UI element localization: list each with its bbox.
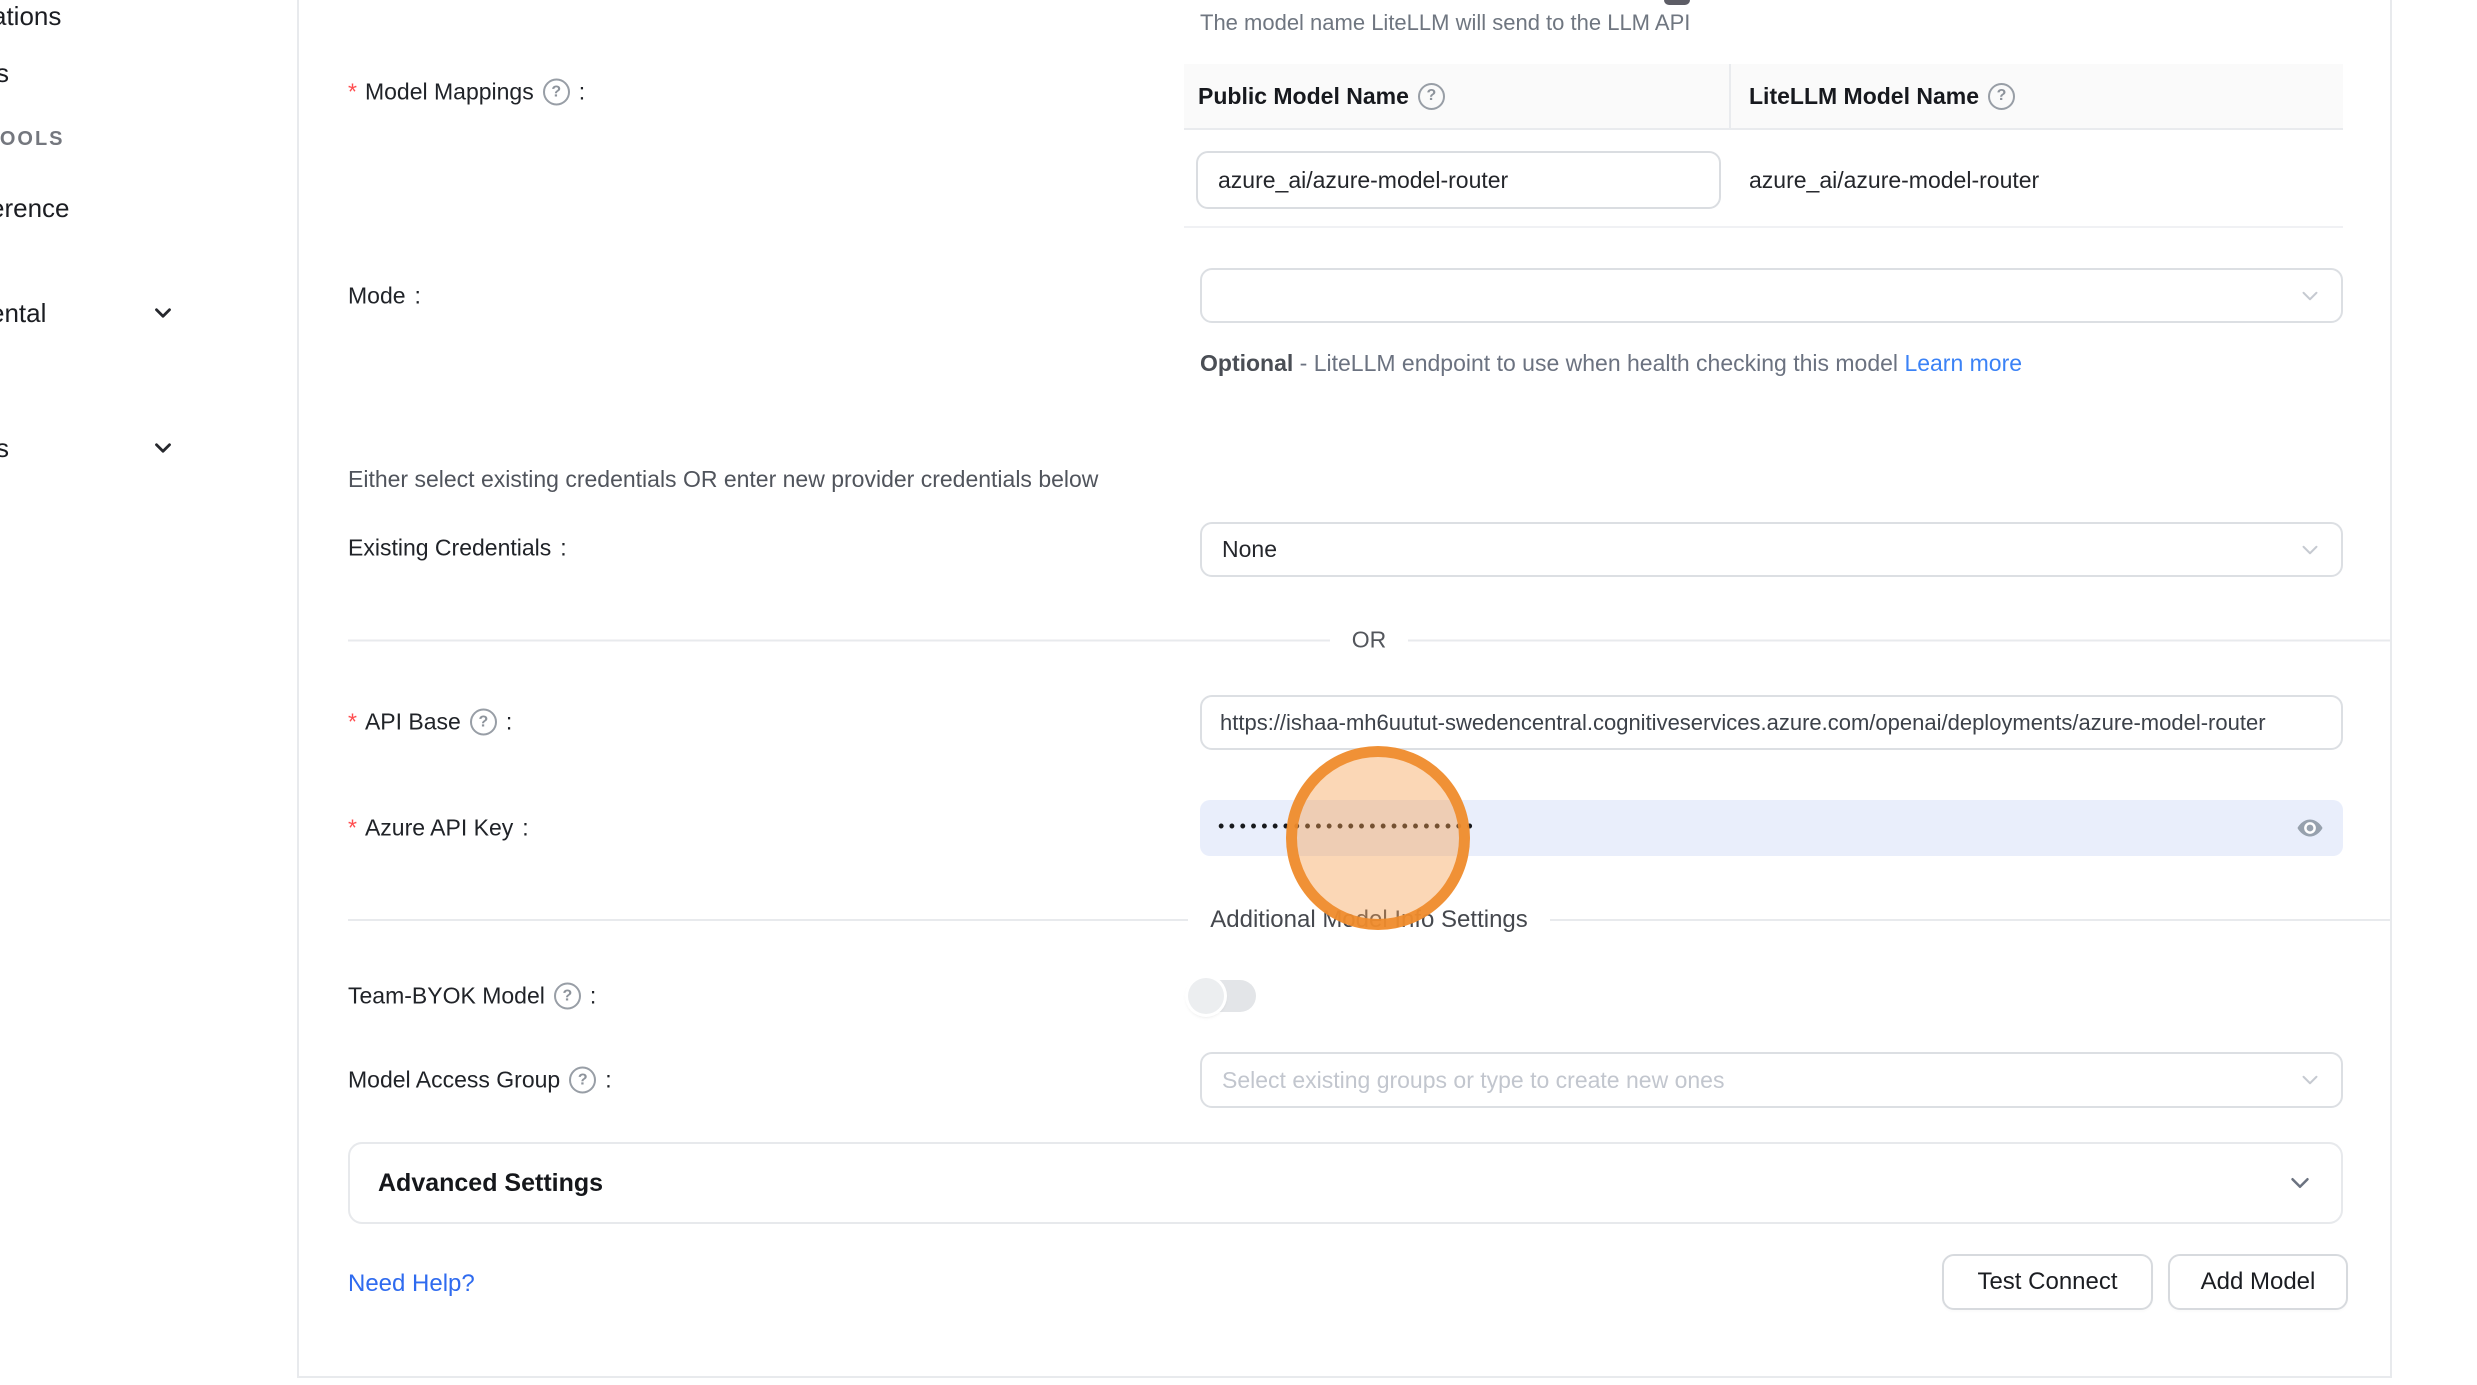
help-icon[interactable]: ? [554,983,581,1010]
model-access-group-label: Model Access Group ? : [348,1067,612,1094]
sidebar-item-erence[interactable]: erence [0,193,70,224]
mode-select[interactable] [1200,268,2343,323]
litellm-model-name-header: LiteLLM Model Name ? [1731,64,2343,128]
azure-api-key-input[interactable]: •••••••••••••••••••••••• [1200,800,2343,856]
chevron-down-icon [2297,537,2323,563]
chevron-down-icon [2297,283,2323,309]
sidebar-item-label: ations [0,1,61,31]
sidebar-item-ations[interactable]: ations [0,1,61,32]
sidebar-item-label: ental [0,298,46,328]
public-model-name-header: Public Model Name ? [1184,64,1731,128]
sidebar-section-tools: TOOLS [0,128,65,151]
eye-icon[interactable] [2293,813,2327,843]
sidebar-item-label: erence [0,193,70,223]
help-icon[interactable]: ? [569,1067,596,1094]
add-model-button[interactable]: Add Model [2168,1254,2348,1310]
help-icon[interactable]: ? [543,79,570,106]
chevron-down-icon [2285,1168,2315,1198]
model-mappings-table: Public Model Name ? LiteLLM Model Name ?… [1184,64,2343,228]
help-icon[interactable]: ? [1418,83,1445,110]
chevron-down-icon [150,435,176,461]
need-help-link[interactable]: Need Help? [348,1270,475,1298]
model-access-group-placeholder: Select existing groups or type to create… [1222,1067,1724,1094]
mode-label: Mode : [348,283,421,310]
sidebar-item-label: s [0,58,9,88]
sidebar-item-s2[interactable]: s [0,433,9,464]
public-model-name-input[interactable] [1196,151,1721,209]
divider-line [1550,919,2390,921]
required-asterisk: * [348,815,357,842]
team-byok-label: Team-BYOK Model ? : [348,983,596,1010]
model-name-helper-text: The model name LiteLLM will send to the … [1200,10,1690,36]
litellm-model-name-value: azure_ai/azure-model-router [1749,151,2039,209]
clipped-element-top [1664,0,1690,5]
model-mappings-label: * Model Mappings ? : [348,79,585,106]
sidebar-item-ental[interactable]: ental [0,298,46,329]
sidebar-item-label: s [0,433,9,463]
existing-credentials-select[interactable]: None [1200,522,2343,577]
learn-more-link[interactable]: Learn more [1904,350,2022,376]
sidebar-item-s1[interactable]: s [0,58,9,89]
test-connect-button[interactable]: Test Connect [1942,1254,2153,1310]
chevron-down-icon [2297,1067,2323,1093]
api-base-input[interactable] [1200,695,2343,750]
help-icon[interactable]: ? [470,709,497,736]
existing-credentials-label: Existing Credentials : [348,535,567,562]
mode-helper-text: Optional - LiteLLM endpoint to use when … [1200,344,2030,383]
credentials-note: Either select existing credentials OR en… [348,466,1098,493]
chevron-down-icon [150,300,176,326]
azure-api-key-label: * Azure API Key : [348,815,529,842]
required-asterisk: * [348,79,357,106]
required-asterisk: * [348,709,357,736]
advanced-settings-title: Advanced Settings [378,1169,603,1198]
model-mappings-table-header: Public Model Name ? LiteLLM Model Name ? [1184,64,2343,130]
divider-line [1408,639,2390,641]
divider-line [348,919,1188,921]
toggle-knob [1188,978,1224,1014]
or-divider: OR [348,627,2390,654]
api-base-label: * API Base ? : [348,709,512,736]
existing-credentials-value: None [1222,536,1277,563]
sidebar: ations s TOOLS erence ental s [0,0,297,1385]
model-access-group-select[interactable]: Select existing groups or type to create… [1200,1052,2343,1108]
divider-line [348,639,1330,641]
additional-settings-divider: Additional Model Info Settings [348,906,2390,934]
add-model-page: ations s TOOLS erence ental s The model … [0,0,2477,1385]
help-icon[interactable]: ? [1988,83,2015,110]
team-byok-toggle[interactable] [1188,980,1256,1012]
advanced-settings-panel[interactable]: Advanced Settings [348,1142,2343,1224]
masked-api-key: •••••••••••••••••••••••• [1218,816,1477,837]
